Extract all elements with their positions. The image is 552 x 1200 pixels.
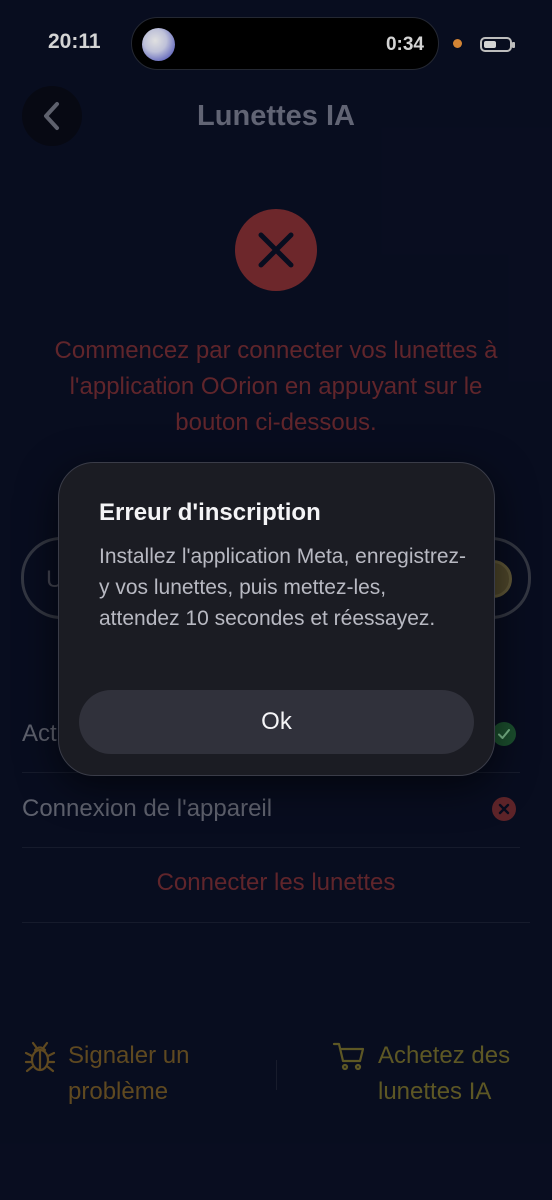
island-timer: 0:34 (385, 34, 424, 55)
buy-line-2: lunettes IA (378, 1078, 492, 1105)
bug-icon (24, 1041, 56, 1073)
status-row-label: Connexion de l'appareil (22, 795, 273, 822)
report-line-1: Signaler un (68, 1042, 190, 1069)
buy-glasses-text: Achetez des lunettes IA (378, 1038, 510, 1110)
status-error-badge (492, 797, 516, 821)
battery-icon (480, 37, 515, 52)
cross-icon (498, 803, 510, 815)
page-title: Lunettes IA (197, 100, 355, 132)
status-bar-time: 20:11 (48, 30, 101, 53)
dynamic-island[interactable]: 0:34 (131, 17, 439, 70)
buy-line-1: Achetez des (378, 1042, 511, 1069)
privacy-indicator-dot (453, 39, 462, 48)
cart-icon (332, 1042, 365, 1071)
registration-error-alert: Erreur d'inscription Installez l'applica… (58, 462, 495, 776)
status-row-label: Act (22, 720, 57, 747)
status-ok-badge (492, 722, 516, 746)
island-activity-icon (142, 28, 175, 61)
status-row-device-connection: Connexion de l'appareil (22, 773, 520, 848)
error-status-circle (235, 209, 317, 291)
footer-divider (276, 1060, 277, 1090)
app-screen: 20:11 0:34 Lunettes IA Commencez par con… (0, 0, 552, 1200)
report-problem-text: Signaler un problème (68, 1038, 189, 1110)
battery-fill (484, 41, 496, 48)
alert-ok-button[interactable]: Ok (79, 690, 474, 754)
alert-message: Installez l'application Meta, enregistre… (99, 545, 467, 630)
check-icon (498, 729, 510, 739)
instruction-text: Commencez par connecter vos lunettes à l… (54, 337, 498, 436)
alert-title: Erreur d'inscription (99, 499, 321, 526)
error-x-icon (258, 232, 294, 268)
report-line-2: problème (68, 1078, 169, 1105)
connect-glasses-button[interactable]: Connecter les lunettes (22, 848, 530, 923)
